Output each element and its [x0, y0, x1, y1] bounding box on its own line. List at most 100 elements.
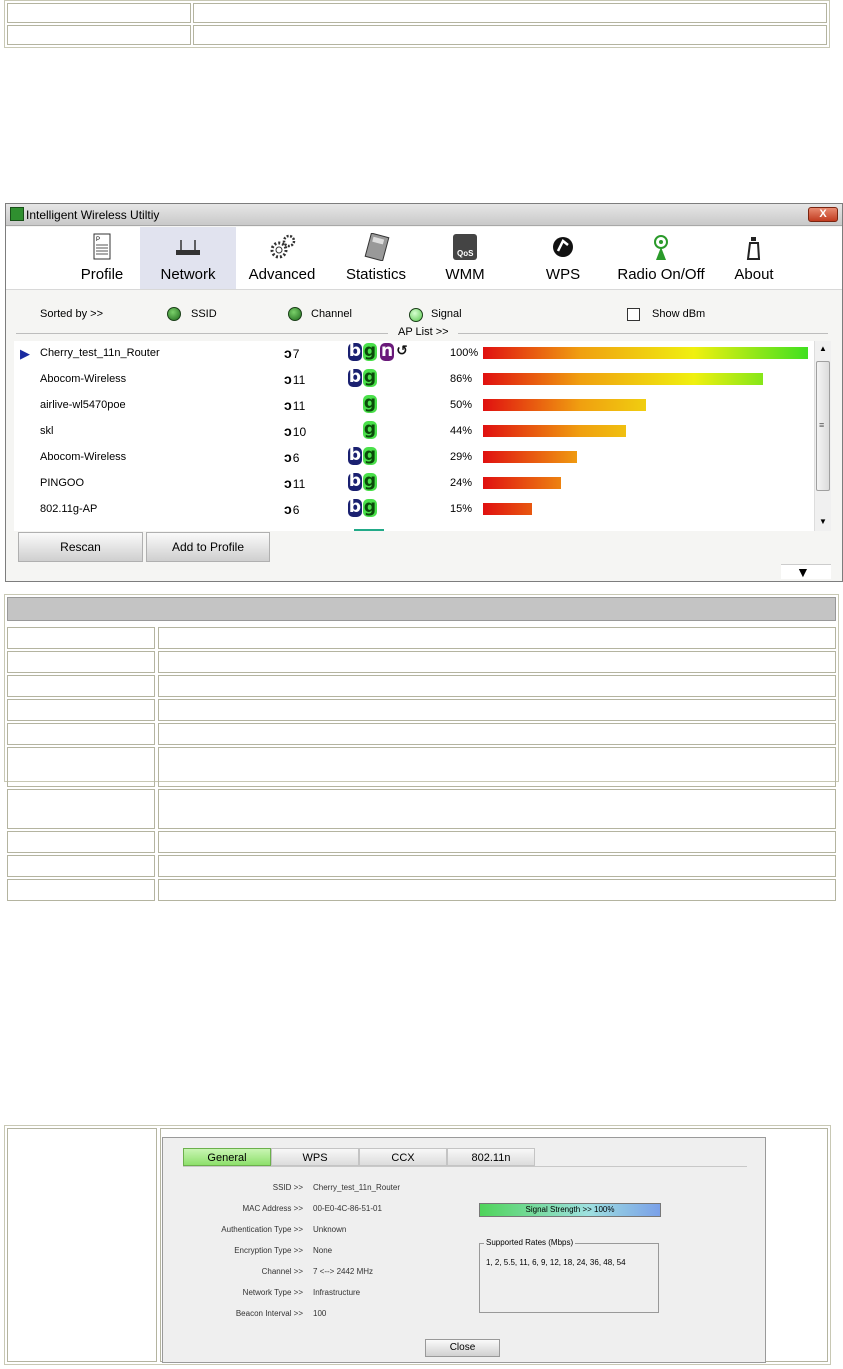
detail-label: SSID >> [272, 1183, 303, 1192]
ap-ssid: Abocom-Wireless [40, 451, 127, 463]
tab-ccx[interactable]: CCX [359, 1148, 447, 1166]
signal-bar [483, 477, 561, 489]
ap-ssid: airlive-wl5470poe [40, 399, 126, 411]
ap-signal: 24% [450, 477, 473, 489]
app-icon [10, 207, 24, 221]
sort-channel-radio[interactable] [288, 307, 302, 321]
tab-80211n[interactable]: 802.11n [447, 1148, 535, 1166]
detail-label: Authentication Type >> [221, 1225, 303, 1234]
doc-cell [7, 3, 191, 23]
ap-ssid: skl [40, 425, 54, 437]
doc-cell [7, 1128, 157, 1362]
expand-panel[interactable]: ▼ [781, 564, 831, 580]
channel-icon: ↄ [284, 501, 292, 517]
qos-icon: QoS [453, 234, 477, 260]
detail-label: Network Type >> [242, 1288, 303, 1297]
detail-label: Channel >> [261, 1267, 303, 1276]
ap-list-scrollbar[interactable]: ▲ ≡ ▼ [814, 341, 831, 531]
detail-label: Encryption Type >> [234, 1246, 303, 1255]
channel-icon: ↄ [284, 449, 292, 465]
doc-header-cell [7, 597, 836, 621]
channel-icon: ↄ [284, 345, 292, 361]
show-dbm-checkbox[interactable] [627, 308, 640, 321]
doc-cell [158, 723, 836, 745]
expand-down-icon[interactable]: ▼ [796, 564, 810, 580]
detail-label: MAC Address >> [242, 1204, 303, 1213]
toolbar-wmm[interactable]: QoS WMM [430, 227, 500, 289]
toolbar-radio[interactable]: Radio On/Off [610, 227, 712, 289]
divider [183, 1166, 747, 1167]
wps-icon [553, 237, 573, 257]
ap-ssid: PINGOO [40, 477, 85, 489]
sort-channel-label: Channel [311, 308, 352, 320]
calculator-icon [364, 233, 390, 261]
toolbar-about[interactable]: About [724, 227, 784, 289]
detail-tabs: General WPS CCX 802.11n [183, 1148, 743, 1166]
sort-signal-label: Signal [431, 308, 462, 320]
doc-cell [7, 699, 155, 721]
details-panel: General WPS CCX 802.11n SSID >> Cherry_te… [162, 1137, 766, 1363]
sorted-by-label: Sorted by >> [40, 308, 103, 320]
channel-icon: ↄ [284, 397, 292, 413]
ap-channel: ↄ11 [284, 371, 305, 387]
sort-signal-radio[interactable] [409, 308, 423, 322]
ap-channel: ↄ7 [284, 345, 299, 361]
doc-table-middle [4, 594, 839, 901]
channel-icon: ↄ [284, 423, 292, 439]
wps-mode-icon: ↺ [395, 343, 409, 361]
toolbar-network[interactable]: Network [140, 227, 236, 289]
rescan-button[interactable]: Rescan [18, 532, 143, 562]
b-mode-icon: b [348, 341, 362, 361]
ap-row[interactable]: Abocom-Wireless ↄ11 b g 86% [14, 367, 814, 393]
ap-row[interactable]: 802.11g-AP ↄ6 b g 15% [14, 497, 814, 523]
scroll-up-icon[interactable]: ▲ [819, 344, 827, 353]
sort-ssid-radio[interactable] [167, 307, 181, 321]
ap-signal: 15% [450, 503, 473, 515]
ap-row[interactable]: Abocom-Wireless ↄ6 b g 29% [14, 445, 814, 471]
doc-cell [158, 879, 836, 901]
doc-cell [7, 25, 191, 45]
svg-text:QoS: QoS [457, 249, 474, 258]
ap-channel: ↄ6 [284, 449, 299, 465]
partial-row [354, 529, 384, 531]
g-mode-icon: g [363, 367, 377, 387]
close-window-button[interactable]: X [808, 207, 838, 222]
toolbar-label: About [734, 266, 774, 283]
ap-row[interactable]: ▶ Cherry_test_11n_Router ↄ7 b g n ↺ 100% [14, 341, 814, 367]
ap-channel-value: 6 [292, 503, 300, 517]
toolbar-advanced[interactable]: Advanced [242, 227, 322, 289]
toolbar-label: Statistics [345, 266, 406, 283]
detail-value: Cherry_test_11n_Router [313, 1183, 401, 1192]
ap-row[interactable]: skl ↄ10 g 44% [14, 419, 814, 445]
toolbar-profile[interactable]: P Profile [64, 227, 140, 289]
doc-cell [7, 879, 155, 901]
detail-value: 7 <--> 2442 MHz [313, 1267, 374, 1276]
g-mode-icon: g [363, 471, 377, 491]
tab-general[interactable]: General [183, 1148, 271, 1166]
toolbar-wps[interactable]: WPS [528, 227, 598, 289]
divider [458, 333, 828, 334]
close-button[interactable]: Close [425, 1339, 500, 1357]
tab-wps[interactable]: WPS [271, 1148, 359, 1166]
ap-channel-value: 10 [292, 425, 307, 439]
b-mode-icon: b [348, 497, 362, 517]
scroll-thumb[interactable]: ≡ [816, 361, 830, 491]
detail-value: 100 [313, 1309, 327, 1318]
toolbar-statistics[interactable]: Statistics [336, 227, 416, 289]
g-mode-icon: g [363, 419, 377, 439]
scroll-down-icon[interactable]: ▼ [819, 517, 827, 526]
utility-window: Intelligent Wireless Utiltiy X P Profile… [5, 203, 843, 582]
ap-list[interactable]: ▶ Cherry_test_11n_Router ↄ7 b g n ↺ 100% Abocom-… [14, 341, 828, 531]
ap-row[interactable]: airlive-wl5470poe ↄ11 g 50% [14, 393, 814, 419]
add-to-profile-button[interactable]: Add to Profile [146, 532, 270, 562]
rates-value: 1, 2, 5.5, 11, 6, 9, 12, 18, 24, 36, 48,… [486, 1258, 626, 1267]
about-icon [746, 237, 761, 260]
ap-channel: ↄ11 [284, 397, 305, 413]
ap-channel: ↄ10 [284, 423, 306, 439]
signal-bar [483, 503, 532, 515]
ap-row[interactable]: PINGOO ↄ11 b g 24% [14, 471, 814, 497]
doc-cell [7, 831, 155, 853]
toolbar-label: Advanced [248, 266, 316, 283]
ap-channel: ↄ11 [284, 475, 305, 491]
doc-cell [158, 627, 836, 649]
